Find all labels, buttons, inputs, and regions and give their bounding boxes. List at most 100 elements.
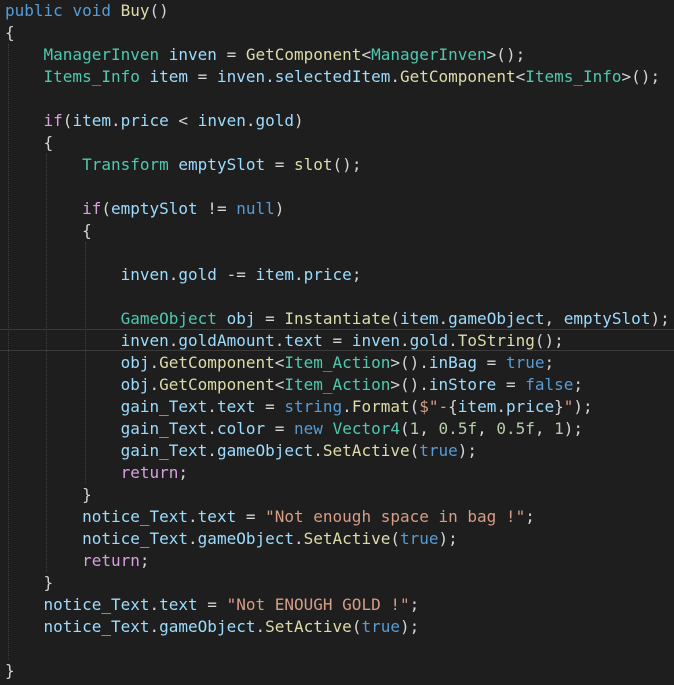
code-token: notice_Text (43, 617, 150, 636)
code-line[interactable]: gain_Text.color = new Vector4(1, 0.5f, 0… (0, 418, 583, 440)
code-line[interactable] (0, 88, 5, 110)
code-token: text (284, 331, 323, 350)
code-token: ; (525, 507, 535, 526)
code-line[interactable]: notice_Text.gameObject.SetActive(true); (0, 528, 458, 550)
code-line[interactable] (0, 242, 5, 264)
code-token: = (188, 67, 217, 86)
code-line[interactable]: notice_Text.gameObject.SetActive(true); (0, 616, 420, 638)
code-token: price (303, 265, 352, 284)
code-token: . (188, 507, 198, 526)
code-line[interactable]: notice_Text.text = "Not ENOUGH GOLD !"; (0, 594, 420, 616)
code-token: true (361, 617, 400, 636)
code-line[interactable]: return; (0, 550, 149, 572)
code-token: < (361, 45, 372, 64)
code-line[interactable]: ManagerInven inven = GetComponent<Manage… (0, 44, 526, 66)
code-token: ); (573, 397, 593, 416)
code-line[interactable]: Transform emptySlot = slot(); (0, 154, 361, 176)
code-token: return (120, 463, 179, 482)
code-line[interactable]: { (0, 132, 54, 154)
code-token: obj (226, 309, 256, 328)
code-token: { (5, 133, 54, 152)
code-token: ) (274, 199, 285, 218)
code-token: text (197, 507, 237, 526)
code-token: . (207, 397, 217, 416)
code-line[interactable]: inven.goldAmount.text = inven.gold.ToStr… (0, 330, 564, 352)
code-line[interactable]: } (0, 484, 92, 506)
code-token: = (255, 397, 285, 416)
code-line[interactable]: obj.GetComponent<Item_Action>().inBag = … (0, 352, 555, 374)
code-token: gameObject (159, 617, 256, 636)
code-line[interactable]: Items_Info item = inven.selectedItem.Get… (0, 66, 661, 88)
code-lines: public void Buy(){ ManagerInven inven = … (0, 0, 674, 685)
code-line[interactable]: if(item.price < inven.gold) (0, 110, 304, 132)
code-token: GetComponent (399, 67, 516, 86)
code-token: item (457, 397, 497, 416)
code-token: . (168, 265, 179, 284)
code-line[interactable]: inven.gold -= item.price; (0, 264, 362, 286)
code-token: $"- (419, 397, 449, 416)
code-token: ToString (457, 331, 535, 350)
code-token: Format (351, 397, 410, 416)
code-line[interactable] (0, 286, 5, 308)
code-line[interactable]: public void Buy() (0, 0, 169, 22)
code-token: ( (62, 111, 73, 130)
code-line[interactable]: gain_Text.gameObject.SetActive(true); (0, 440, 477, 462)
code-token: GetComponent (159, 353, 275, 372)
code-token: text (159, 595, 198, 614)
code-token: 1 (554, 419, 564, 438)
code-token: . (496, 397, 506, 416)
code-editor[interactable]: public void Buy(){ ManagerInven inven = … (0, 0, 674, 685)
code-token: . (265, 67, 275, 86)
code-token: price (120, 111, 169, 130)
code-token: "Not ENOUGH GOLD !" (226, 595, 410, 614)
code-line[interactable]: { (0, 220, 92, 242)
code-line[interactable]: notice_Text.text = "Not enough space in … (0, 506, 535, 528)
code-token: text (216, 397, 256, 416)
code-token: ); (399, 617, 420, 636)
code-token: . (274, 331, 285, 350)
code-token: ( (390, 309, 400, 328)
code-line[interactable]: } (0, 660, 15, 682)
code-token: color (216, 419, 266, 438)
code-token: 0.5f (496, 419, 535, 438)
code-token: { (448, 397, 458, 416)
code-line[interactable] (0, 176, 5, 198)
code-token: . (110, 111, 121, 130)
code-token: != (197, 199, 237, 218)
code-token: , (534, 419, 555, 438)
code-token: "Not enough space in bag !" (265, 507, 526, 526)
code-token: item (72, 111, 111, 130)
code-line[interactable]: } (0, 572, 54, 594)
code-line[interactable]: obj.GetComponent<Item_Action>().inStore … (0, 374, 583, 396)
code-line[interactable]: GameObject obj = Instantiate(item.gameOb… (0, 308, 670, 330)
code-token: ; (544, 353, 555, 372)
code-token: gameObject (216, 441, 314, 460)
code-token: . (448, 331, 458, 350)
code-line[interactable]: { (0, 22, 15, 44)
code-token: ); (438, 529, 458, 548)
code-token: Transform (82, 155, 169, 174)
code-token: , (419, 419, 439, 438)
code-token: ( (409, 441, 420, 460)
code-token: ManagerInven (43, 45, 160, 64)
code-token: = (236, 507, 266, 526)
code-token: { (5, 221, 92, 240)
code-token: gameObject (448, 309, 545, 328)
code-line[interactable]: gain_Text.text = string.Format($"-{item.… (0, 396, 593, 418)
code-token: ( (101, 199, 111, 218)
code-line[interactable]: return; (0, 462, 188, 484)
code-token: emptySlot (178, 155, 266, 174)
code-line[interactable] (0, 638, 5, 660)
code-line[interactable]: if(emptySlot != null) (0, 198, 284, 220)
